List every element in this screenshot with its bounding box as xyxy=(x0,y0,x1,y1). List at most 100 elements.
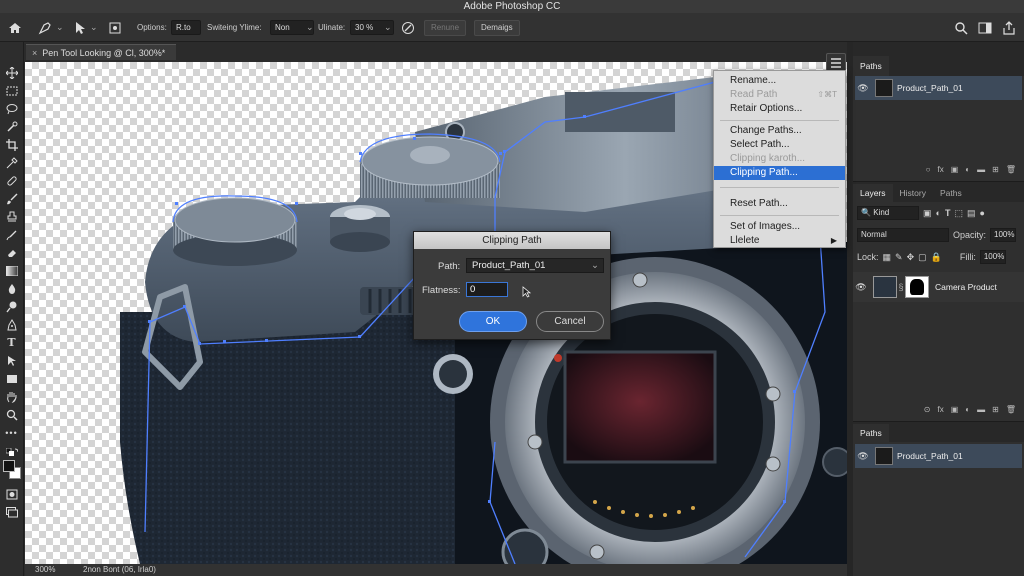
path-row-bottom[interactable]: 👁 Product_Path_01 xyxy=(855,444,1022,468)
tab-paths[interactable]: Paths xyxy=(933,184,969,202)
lock-paint-icon[interactable]: ✎ xyxy=(895,252,903,263)
path-select-icon[interactable] xyxy=(74,13,86,42)
fx-icon[interactable]: fx xyxy=(938,165,944,177)
tab-history[interactable]: History xyxy=(893,184,933,202)
menu-item-set-of-images[interactable]: Set of Images... xyxy=(714,220,845,234)
trash-icon[interactable]: 🗑 xyxy=(1006,165,1016,177)
menu-item-retair-options[interactable]: Retair Options... xyxy=(714,102,845,116)
menu-item-clipping-karoth[interactable]: Clipping karoth... xyxy=(714,152,845,166)
filter-adjust-icon[interactable]: ◐ xyxy=(936,208,941,218)
blend-mode-select[interactable]: Normal xyxy=(857,228,949,242)
options-field[interactable]: R.to xyxy=(171,20,201,35)
marquee-tool-icon[interactable] xyxy=(4,84,19,97)
lock-all-icon[interactable]: 🔒 xyxy=(931,252,942,263)
path-visibility-eye-icon[interactable]: 👁 xyxy=(855,451,871,462)
link-icon[interactable]: § xyxy=(897,282,905,292)
filter-type-icon[interactable]: T xyxy=(945,208,951,218)
menu-item-rename[interactable]: Rename... xyxy=(714,74,845,88)
layer-row-camera-product[interactable]: 👁 § Camera Product xyxy=(853,272,1024,302)
color-swatches[interactable] xyxy=(3,460,21,480)
gradient-tool-icon[interactable] xyxy=(4,264,19,277)
zoom-tool-icon[interactable] xyxy=(4,408,19,421)
eyedropper-tool-icon[interactable] xyxy=(4,156,19,169)
crop-tool-icon[interactable] xyxy=(4,138,19,151)
layer-visibility-eye-icon[interactable]: 👁 xyxy=(853,282,869,293)
cancel-button[interactable]: Cancel xyxy=(536,311,604,332)
healing-brush-tool-icon[interactable] xyxy=(4,174,19,187)
transform-icon[interactable] xyxy=(108,13,122,42)
kind-filter-select[interactable]: 🔍 Kind xyxy=(857,206,919,220)
zoom-level[interactable]: 300% xyxy=(35,564,55,576)
fill-path-icon[interactable]: ○ xyxy=(926,165,931,177)
menu-item-read-path[interactable]: Read Path ⇧⌘T xyxy=(714,88,845,102)
new-group-icon[interactable]: ▬ xyxy=(977,405,985,417)
menu-item-change-paths[interactable]: Change Paths... xyxy=(714,124,845,138)
opacity-field[interactable]: 100% xyxy=(990,228,1017,242)
adjustment-icon[interactable]: ◐ xyxy=(965,165,970,177)
layer-fx-icon[interactable]: fx xyxy=(938,405,944,417)
new-path-icon[interactable]: ⊞ xyxy=(992,165,999,177)
new-adjustment-icon[interactable]: ◐ xyxy=(965,405,970,417)
ok-button[interactable]: OK xyxy=(459,311,527,332)
document-tab[interactable]: × Pen Tool Looking @ Cl, 300%* xyxy=(26,44,176,60)
quick-select-tool-icon[interactable] xyxy=(4,120,19,133)
tab-layers[interactable]: Layers xyxy=(853,184,893,202)
folder-icon[interactable]: ▬ xyxy=(977,165,985,177)
fill-field[interactable]: 100% xyxy=(979,250,1006,264)
tab-paths-bottom[interactable]: Paths xyxy=(853,424,889,442)
link-layers-icon[interactable]: ⊙ xyxy=(924,405,931,417)
rename-button[interactable]: Renune xyxy=(424,19,467,36)
blur-tool-icon[interactable] xyxy=(4,282,19,295)
filter-pixel-icon[interactable]: ▣ xyxy=(923,208,932,219)
foreground-color-swatch[interactable] xyxy=(3,460,15,472)
quick-mask-icon[interactable] xyxy=(4,488,19,501)
menu-item-reset-path[interactable]: Reset Path... xyxy=(714,197,845,211)
brush-settings-icon[interactable] xyxy=(401,13,415,42)
search-icon[interactable] xyxy=(954,13,968,42)
demargs-button[interactable]: Demaigs xyxy=(474,19,520,36)
path-mode-chevron-icon[interactable]: ⌄ xyxy=(90,13,98,42)
close-document-icon[interactable]: × xyxy=(32,48,37,58)
default-colors-icon[interactable] xyxy=(4,445,19,458)
screen-mode-icon[interactable] xyxy=(4,506,19,519)
hand-tool-icon[interactable] xyxy=(4,390,19,403)
pen-tool-sidebar-icon[interactable] xyxy=(4,318,19,331)
menu-item-clipping-path[interactable]: Clipping Path... xyxy=(714,166,845,180)
lock-position-icon[interactable]: ✥ xyxy=(907,252,915,263)
shape-tool-icon[interactable] xyxy=(4,372,19,385)
menu-item-llelete[interactable]: Llelete ▶ xyxy=(714,234,845,248)
lasso-tool-icon[interactable] xyxy=(4,102,19,115)
history-brush-tool-icon[interactable] xyxy=(4,228,19,241)
tab-paths-top[interactable]: Paths xyxy=(853,56,889,76)
more-tools-icon[interactable]: ••• xyxy=(4,426,19,439)
filter-smart-icon[interactable]: ▤ xyxy=(967,208,976,219)
vector-mask-thumbnail[interactable] xyxy=(905,276,929,298)
dodge-tool-icon[interactable] xyxy=(4,300,19,313)
delete-layer-icon[interactable]: 🗑 xyxy=(1006,405,1016,417)
path-selection-tool-icon[interactable] xyxy=(4,354,19,367)
path-select[interactable]: Product_Path_01 ⌄ xyxy=(466,258,604,273)
clone-stamp-tool-icon[interactable] xyxy=(4,210,19,223)
move-tool-icon[interactable] xyxy=(4,66,19,79)
eraser-tool-icon[interactable] xyxy=(4,246,19,259)
type-tool-icon[interactable]: T xyxy=(4,336,19,349)
flatness-input[interactable]: 0 xyxy=(466,282,508,297)
menu-item-select-path[interactable]: Select Path... xyxy=(714,138,845,152)
lock-pixels-icon[interactable]: ▦ xyxy=(883,252,892,263)
lock-artboard-icon[interactable]: ▢ xyxy=(918,252,927,263)
home-icon[interactable] xyxy=(8,13,22,42)
ultimate-chevron-icon[interactable]: ⌄ xyxy=(384,13,392,42)
filter-toggle-icon[interactable]: ● xyxy=(979,208,984,218)
path-row-top[interactable]: 👁 Product_Path_01 xyxy=(855,76,1022,100)
pen-tool-icon[interactable] xyxy=(38,13,52,42)
new-layer-icon[interactable]: ⊞ xyxy=(992,405,999,417)
mask-icon[interactable]: ▣ xyxy=(951,165,959,177)
workspace-icon[interactable] xyxy=(978,13,992,42)
layer-mask-icon[interactable]: ▣ xyxy=(951,405,959,417)
visibility-eye-icon[interactable]: 👁 xyxy=(855,83,871,94)
switching-chevron-icon[interactable]: ⌄ xyxy=(306,13,314,42)
brush-tool-icon[interactable] xyxy=(4,192,19,205)
share-icon[interactable] xyxy=(1002,13,1016,42)
tool-preset-chevron-icon[interactable]: ⌄ xyxy=(56,13,64,42)
filter-shape-icon[interactable]: ⬚ xyxy=(954,208,963,219)
